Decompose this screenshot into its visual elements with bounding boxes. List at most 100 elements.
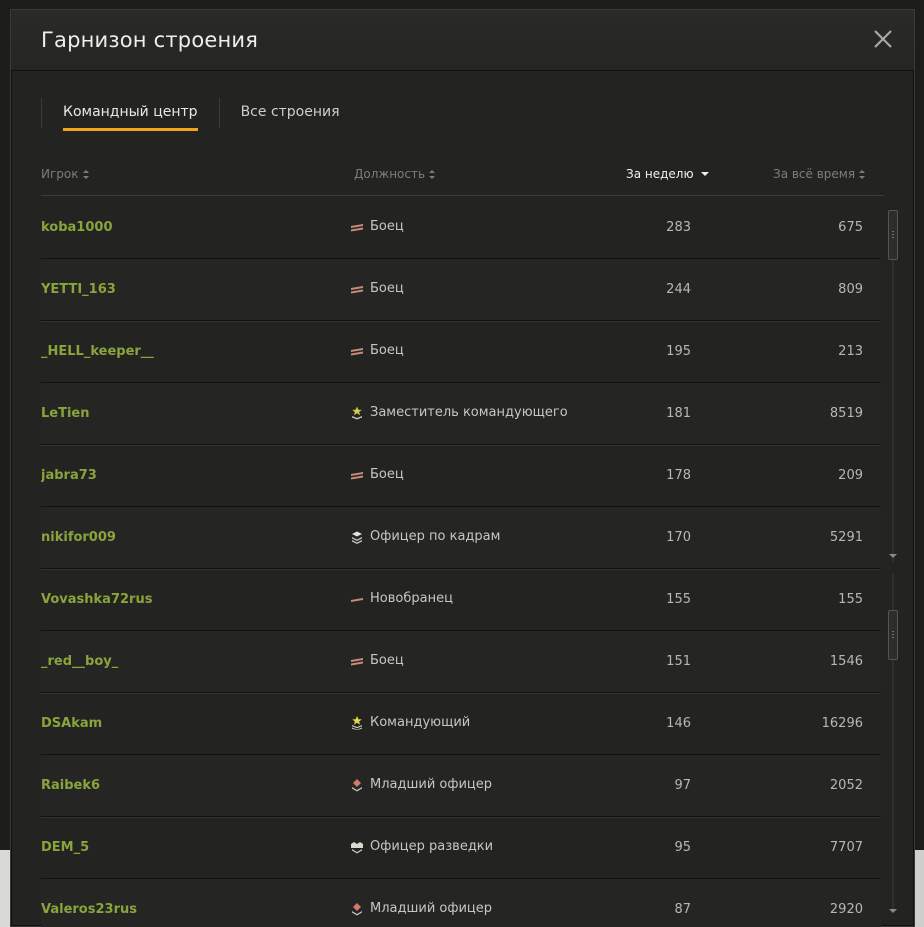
total-value: 1546 <box>829 654 863 669</box>
tab-all-buildings[interactable]: Все строения <box>220 98 361 130</box>
total-value: 2052 <box>829 778 863 793</box>
week-value: 151 <box>666 654 691 669</box>
player-name-link[interactable]: DSAkam <box>41 716 102 731</box>
week-value: 95 <box>674 840 691 855</box>
table-scrollbar[interactable] <box>887 202 899 922</box>
column-role-header[interactable]: Должность <box>354 167 436 181</box>
player-name-link[interactable]: koba1000 <box>41 220 113 235</box>
total-value: 213 <box>838 344 863 359</box>
role-label: Боец <box>370 343 404 358</box>
role-label: Заместитель командующего <box>370 405 568 420</box>
role-cell: Офицер по кадрам <box>350 529 500 544</box>
week-value: 155 <box>666 592 691 607</box>
close-icon <box>874 30 892 48</box>
backdrop-strip-right <box>914 850 924 927</box>
total-value: 7707 <box>829 840 863 855</box>
table-row: YETTI_163 Боец 244 809 <box>41 259 881 321</box>
player-name-link[interactable]: Vovashka72rus <box>41 592 152 607</box>
player-name-link[interactable]: _red__boy_ <box>41 654 118 669</box>
scroll-down-icon[interactable] <box>889 554 897 558</box>
total-value: 8519 <box>829 406 863 421</box>
table-row: DEM_5 Офицер разведки 95 7707 <box>41 817 881 879</box>
junior-officer-rank-icon <box>350 902 364 916</box>
scrollbar-thumb[interactable] <box>888 210 898 260</box>
total-value: 155 <box>838 592 863 607</box>
dialog-title: Гарнизон строения <box>41 28 259 52</box>
week-value: 244 <box>666 282 691 297</box>
player-name-link[interactable]: LeTien <box>41 406 90 421</box>
garrison-dialog: Гарнизон строения Командный центр Все ст… <box>10 9 915 927</box>
scrollbar-thumb-secondary[interactable] <box>888 610 898 660</box>
private-rank-icon <box>350 220 364 234</box>
role-label: Младший офицер <box>370 901 493 916</box>
sort-desc-icon <box>700 172 709 176</box>
sort-icon <box>82 169 89 179</box>
week-value: 87 <box>674 902 691 917</box>
role-cell: Боец <box>350 343 404 358</box>
role-label: Боец <box>370 653 404 668</box>
week-value: 178 <box>666 468 691 483</box>
sort-icon <box>429 169 436 179</box>
table-row: jabra73 Боец 178 209 <box>41 445 881 507</box>
role-cell: Новобранец <box>350 591 453 606</box>
week-value: 170 <box>666 530 691 545</box>
table-header: Игрок Должность За неделю За всё время <box>41 160 884 196</box>
table-row: Valeros23rus Младший офицер 87 2920 <box>41 879 881 927</box>
player-name-link[interactable]: DEM_5 <box>41 840 89 855</box>
garrison-table: koba1000 Боец 283 675 YETTI_163 Боец 244 809 _HE… <box>41 197 881 927</box>
role-cell: Заместитель командующего <box>350 405 568 420</box>
table-row: koba1000 Боец 283 675 <box>41 197 881 259</box>
table-row: LeTien Заместитель командующего 181 8519 <box>41 383 881 445</box>
week-value: 97 <box>674 778 691 793</box>
role-label: Новобранец <box>370 591 453 606</box>
close-button[interactable] <box>870 26 896 52</box>
private-rank-icon <box>350 282 364 296</box>
week-value: 195 <box>666 344 691 359</box>
personnel-officer-rank-icon <box>350 530 364 544</box>
role-cell: Боец <box>350 653 404 668</box>
total-value: 809 <box>838 282 863 297</box>
player-name-link[interactable]: _HELL_keeper__ <box>41 344 154 359</box>
dialog-titlebar: Гарнизон строения <box>11 10 914 71</box>
player-name-link[interactable]: nikifor009 <box>41 530 116 545</box>
role-label: Офицер по кадрам <box>370 529 501 544</box>
backdrop-strip-left <box>0 850 10 927</box>
player-name-link[interactable]: jabra73 <box>41 468 97 483</box>
private-rank-icon <box>350 468 364 482</box>
total-value: 675 <box>838 220 863 235</box>
intelligence-officer-rank-icon <box>350 840 364 854</box>
recruit-rank-icon <box>350 592 364 606</box>
deputy-commander-rank-icon <box>350 406 364 420</box>
private-rank-icon <box>350 654 364 668</box>
player-name-link[interactable]: YETTI_163 <box>41 282 116 297</box>
table-row: _HELL_keeper__ Боец 195 213 <box>41 321 881 383</box>
junior-officer-rank-icon <box>350 778 364 792</box>
role-cell: Офицер разведки <box>350 839 493 854</box>
role-label: Командующий <box>370 715 471 730</box>
role-label: Боец <box>370 219 404 234</box>
column-player-header[interactable]: Игрок <box>41 167 89 181</box>
role-cell: Боец <box>350 281 404 296</box>
player-name-link[interactable]: Valeros23rus <box>41 902 137 917</box>
private-rank-icon <box>350 344 364 358</box>
week-value: 146 <box>666 716 691 731</box>
total-value: 16296 <box>821 716 863 731</box>
table-row: Vovashka72rus Новобранец 155 155 <box>41 569 881 631</box>
role-label: Боец <box>370 467 404 482</box>
role-label: Младший офицер <box>370 777 493 792</box>
column-week-header[interactable]: За неделю <box>626 167 709 181</box>
role-cell: Младший офицер <box>350 777 492 792</box>
week-value: 181 <box>666 406 691 421</box>
role-label: Офицер разведки <box>370 839 494 854</box>
scroll-down-icon[interactable] <box>889 909 897 913</box>
column-total-header[interactable]: За всё время <box>773 167 866 181</box>
table-row: _red__boy_ Боец 151 1546 <box>41 631 881 693</box>
tab-command-center[interactable]: Командный центр <box>42 98 219 131</box>
table-row: Raibek6 Младший офицер 97 2052 <box>41 755 881 817</box>
role-cell: Боец <box>350 467 404 482</box>
total-value: 209 <box>838 468 863 483</box>
total-value: 2920 <box>829 902 863 917</box>
building-tabs: Командный центр Все строения <box>41 98 361 132</box>
player-name-link[interactable]: Raibek6 <box>41 778 100 793</box>
role-label: Боец <box>370 281 404 296</box>
